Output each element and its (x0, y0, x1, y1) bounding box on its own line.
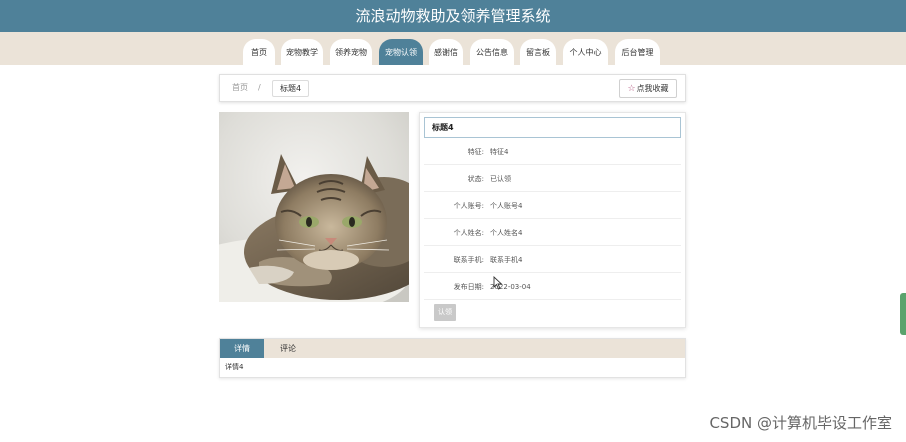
detail-label: 状态: (467, 175, 484, 183)
tab-content-text: 详情4 (225, 363, 244, 371)
tab-comments[interactable]: 评论 (266, 339, 310, 358)
main-nav: 首页 宠物教学 领养宠物 宠物认领 感谢信 公告信息 留言板 个人中心 后台管理 (0, 32, 906, 65)
detail-value: 个人姓名4 (490, 229, 523, 237)
nav-tab-message-board[interactable]: 留言板 (520, 39, 556, 65)
adopt-button[interactable]: 认领 (434, 304, 456, 321)
nav-tab-pet-teaching[interactable]: 宠物教学 (281, 39, 323, 65)
watermark-text: CSDN @计算机毕设工作室 (709, 414, 892, 432)
nav-tab-admin[interactable]: 后台管理 (615, 39, 660, 65)
breadcrumb-current: 标题4 (272, 80, 310, 97)
detail-row-publish-date: 发布日期: 2022-03-04 (424, 274, 681, 300)
mouse-cursor-icon (493, 276, 503, 290)
detail-value: 个人账号4 (490, 202, 523, 210)
detail-row-account: 个人账号: 个人账号4 (424, 193, 681, 219)
detail-label: 联系手机: (453, 256, 484, 264)
tabby-cat-photo-illustration (219, 112, 409, 302)
nav-tab-adopt-pets[interactable]: 领养宠物 (330, 39, 372, 65)
scroll-handle[interactable] (900, 293, 906, 335)
detail-row-phone: 联系手机: 联系手机4 (424, 247, 681, 273)
detail-label: 发布日期: (453, 283, 484, 291)
nav-tab-pet-claim[interactable]: 宠物认领 (379, 39, 423, 65)
detail-row-name: 个人姓名: 个人姓名4 (424, 220, 681, 246)
detail-label: 个人姓名: (453, 229, 484, 237)
breadcrumb: 首页 / 标题4 ☆点我收藏 (219, 74, 686, 102)
nav-tab-personal-center[interactable]: 个人中心 (563, 39, 608, 65)
detail-value: 联系手机4 (490, 256, 523, 264)
breadcrumb-separator: / (258, 83, 261, 92)
favorite-button-label: 点我收藏 (636, 84, 669, 93)
site-title: 流浪动物救助及领养管理系统 (355, 7, 551, 25)
detail-value: 已认领 (490, 175, 511, 183)
nav-tab-announcements[interactable]: 公告信息 (470, 39, 514, 65)
nav-tab-thank-you-letters[interactable]: 感谢信 (429, 39, 463, 65)
pet-photo (219, 112, 409, 302)
nav-tab-home[interactable]: 首页 (243, 39, 275, 65)
tab-details[interactable]: 详情 (220, 339, 264, 358)
detail-value: 特征4 (490, 148, 509, 156)
detail-title: 标题4 (424, 117, 681, 138)
star-outline-icon: ☆ (627, 84, 636, 94)
breadcrumb-home-link[interactable]: 首页 (232, 75, 248, 101)
site-header: 流浪动物救助及领养管理系统 (0, 0, 906, 32)
tabs-bar: 详情 评论 (220, 339, 685, 358)
detail-label: 特征: (467, 148, 484, 156)
detail-tabs-panel: 详情 评论 详情4 (219, 338, 686, 378)
pet-detail-card: 标题4 特征: 特征4 状态: 已认领 个人账号: 个人账号4 个人姓名: 个人… (419, 112, 686, 328)
detail-row-feature: 特征: 特征4 (424, 139, 681, 165)
detail-label: 个人账号: (453, 202, 484, 210)
detail-row-status: 状态: 已认领 (424, 166, 681, 192)
favorite-button[interactable]: ☆点我收藏 (619, 79, 677, 98)
